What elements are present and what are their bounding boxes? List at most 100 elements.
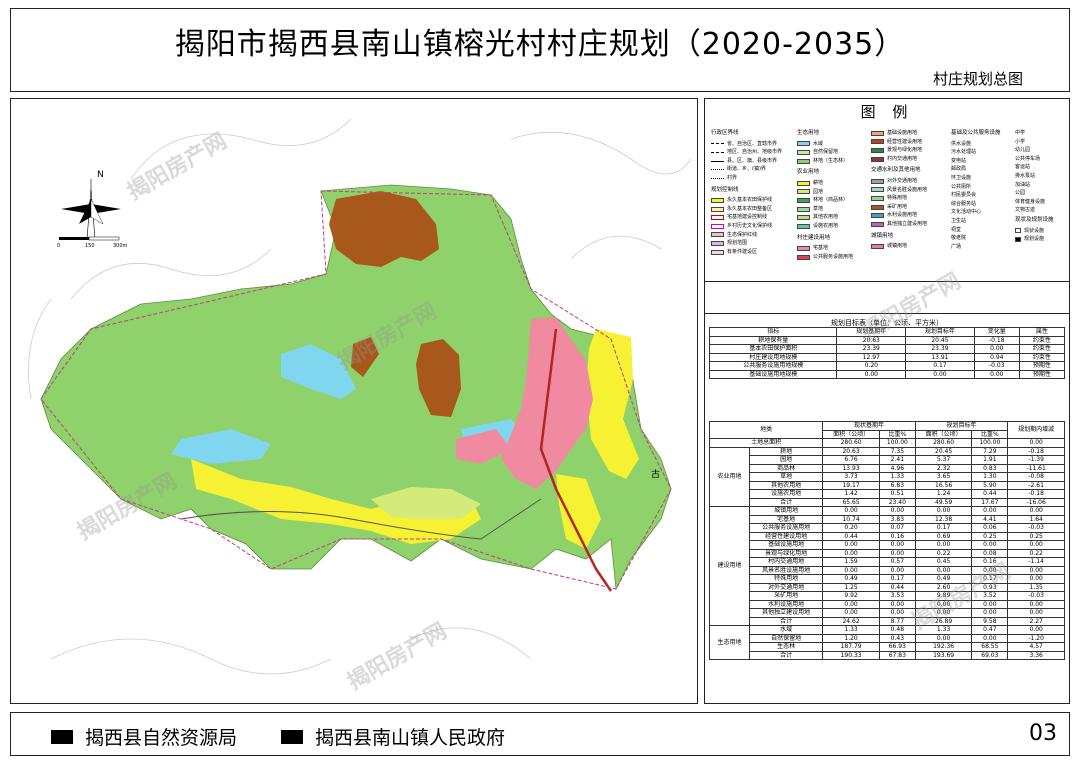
legend-item: 客运站 — [1015, 164, 1031, 171]
table-row: 景观与绿化用地 0.00 0.00 0.22 0.08 0.22 — [710, 548, 1065, 558]
legend-head: 现状及规划设施 — [1015, 216, 1054, 223]
footer-org-2: 揭西县南山镇人民政府 — [281, 723, 505, 750]
blank-panel — [705, 283, 1069, 314]
legend-item: 耕地 — [797, 179, 853, 188]
legend-item: 其他农用地 — [797, 213, 853, 222]
legend-item: 特殊用地 — [871, 194, 927, 203]
legend-col-eco: 生态用地 水域 自然保留地 林地（生态林） 农业用地 耕地 园地 林地（商品林）… — [797, 129, 853, 261]
group-label: 农业用地 — [708, 446, 751, 507]
target-table-body: 耕地保有量 20.63 20.45 -0.18 约束性 基本农田保护面积 23.39 23.3… — [708, 335, 1066, 379]
table-row: 生态林 187.79 66.93 192.36 68.55 4.57 — [710, 642, 1065, 652]
table-row: 水利设施用地 0.00 0.00 0.00 0.00 0.00 — [710, 599, 1065, 609]
legend-item: 林地（商品林） — [797, 196, 853, 205]
table-row: 公共服务设施用地 0.20 0.07 0.17 0.06 -0.03 — [710, 523, 1065, 533]
legend-item: 永久基本农田保护线 — [711, 196, 782, 205]
legend-item: 其他独立建设用地 — [871, 220, 927, 229]
legend-item: 公共厕所 — [951, 183, 972, 190]
legend-head: 生态用地 — [797, 130, 820, 136]
legend-item: 生态保护红线 — [711, 231, 782, 240]
legend-item: 经营性建设用地 — [871, 138, 927, 147]
table-row: 采矿用地 9.92 3.53 9.89 3.52 -0.03 — [710, 591, 1065, 601]
black-square-icon — [281, 729, 303, 744]
legend-item: 邮政局 — [951, 166, 967, 173]
legend-item: 公共服务设施用地 — [797, 253, 853, 262]
legend-col-service: 基础及公共服务设施 供水设施 污水处理站 变电站 邮政局 环卫设施 公共厕所 村… — [951, 129, 1001, 251]
table-row: 风景名胜设施用地 0.00 0.00 0.00 0.00 0.00 — [710, 565, 1065, 575]
legend-head: 行政区界线 — [711, 130, 739, 136]
legend-item: 水域 — [797, 140, 853, 149]
legend-item: 幼儿园 — [1015, 147, 1031, 154]
page-subtitle: 村庄规划总图 — [932, 70, 1023, 88]
scale-bar: 0 150 300m — [57, 236, 128, 249]
legend-item: 现状设施 — [1015, 227, 1054, 236]
footer-org-1: 揭西县自然资源局 — [51, 723, 237, 750]
legend-item: 文物古迹 — [1015, 207, 1036, 214]
table-row: 土地总面积 280.60 100.00 280.60 100.00 0.00 — [708, 438, 1065, 448]
table-row: 基础设施用地规模 0.00 0.00 0.00 预期性 — [708, 369, 1066, 379]
table-row: 建设用地 城镇用地 0.00 0.00 0.00 0.00 0.00 — [708, 506, 1065, 626]
legend-item: 中学 — [1015, 130, 1026, 136]
legend-item: 对外交通用地 — [871, 177, 927, 186]
legend-item: 地区、自治州、地级市界 — [711, 148, 782, 157]
table-row: 公共服务设施用地规模 0.20 0.17 -0.03 预期性 — [708, 361, 1066, 371]
place-label-gu: 古 — [651, 468, 660, 480]
legend-item: 村内交通用地 — [871, 155, 927, 164]
legend-item: 宅基地 — [797, 244, 853, 253]
table-row: 基本农田保护面积 23.39 23.39 0.00 约束性 — [708, 344, 1066, 354]
legend-item: 污水处理站 — [951, 149, 977, 156]
legend-item: 加油站 — [1015, 181, 1031, 188]
page-title: 揭阳市揭西县南山镇榕光村村庄规划（2020-2035） — [174, 27, 906, 62]
right-panel: 图 例 行政区界线 省、自治区、直辖市界 地区、自治州、地级市界 县、区、旗、县… — [704, 98, 1070, 704]
legend-item: 祠堂 — [951, 226, 962, 233]
legend-item: 排水泵站 — [1015, 172, 1036, 179]
legend-item: 规划范围 — [711, 239, 782, 248]
legend-item: 宅基地建设控制线 — [711, 213, 782, 222]
legend-head: 规划控制线 — [711, 186, 739, 193]
legend-title: 图 例 — [860, 103, 914, 121]
legend-head: 农业用地 — [797, 169, 820, 176]
page-number: 03 — [1029, 721, 1057, 746]
legend-item: 公园 — [1015, 190, 1026, 197]
legend-item: 环卫设施 — [951, 174, 972, 181]
title-bar: 揭阳市揭西县南山镇榕光村村庄规划（2020-2035） 村庄规划总图 — [10, 8, 1070, 92]
group-label: 建设用地 — [708, 506, 751, 626]
legend-item: 体育健身设施 — [1015, 198, 1046, 205]
legend-col-infra: 基础设施用地 经营性建设用地 景观与绿化用地 村内交通用地 交通水利及其他用地 … — [871, 129, 927, 251]
legend-item: 街道、乡、(镇)界 — [711, 165, 782, 174]
land-use-map[interactable]: 古 N 0 150 300m — [11, 99, 697, 703]
table-row: 合计 24.62 8.77 26.89 9.58 2.27 — [710, 616, 1065, 626]
legend-item: 规划设施 — [1015, 235, 1054, 244]
legend-item: 风景名胜设施用地 — [871, 186, 927, 195]
legend-item: 省、自治区、直辖市界 — [711, 140, 782, 149]
legend-item: 卫生站 — [951, 217, 967, 224]
legend-item: 林地（生态林） — [797, 157, 853, 166]
legend-item: 水利设施用地 — [871, 211, 927, 220]
legend-item: 小学 — [1015, 138, 1026, 145]
legend-item: 基础设施用地 — [871, 129, 927, 138]
table-row: 村内交通用地 1.59 0.57 0.45 0.16 -1.14 — [710, 557, 1065, 567]
table-row: 基础设施用地 0.00 0.00 0.00 0.00 0.00 — [710, 540, 1065, 550]
table-row: 生态用地 水域 1.33 0.48 1.33 0.47 0.00 — [708, 625, 1065, 660]
legend-item: 村民委员会 — [951, 192, 977, 199]
legend-item: 永久基本农田整备区 — [711, 205, 782, 214]
table-row: 其他农用地 19.17 6.83 16.56 5.90 -2.61 — [710, 480, 1065, 490]
legend-item: 敬老院 — [951, 235, 967, 242]
scale-tick-0: 0 — [57, 243, 60, 249]
table-header-row: 指标 规划基期年 规划目标年 变化量 属性 — [708, 327, 1066, 337]
group-label: 生态用地 — [708, 625, 751, 660]
north-label: N — [97, 170, 104, 180]
legend-item: 园地 — [797, 188, 853, 197]
black-square-icon — [51, 729, 73, 744]
table-row: 商品林 13.93 4.96 2.32 0.83 -11.61 — [710, 463, 1065, 473]
landuse-table-body: 土地总面积 280.60 100.00 280.60 100.00 0.00 农业用地 耕地 2… — [708, 438, 1065, 660]
table-row: 草地 3.73 1.33 3.65 1.30 -0.08 — [710, 472, 1065, 482]
legend-item: 城镇用地 — [871, 242, 927, 251]
table-row: 特殊用地 0.49 0.17 0.49 0.17 0.00 — [710, 574, 1065, 584]
scale-tick-2: 300m — [113, 243, 128, 249]
legend-item: 自然保留地 — [797, 148, 853, 157]
legend-item: 变电站 — [951, 157, 967, 164]
legend-col-school: 中学 小学 幼儿园 公共停车场 客运站 排水泵站 加油站 公园 体育健身设施 文… — [1015, 129, 1054, 244]
legend-item: 草地 — [797, 205, 853, 214]
legend-item: 乡村历史文化保护线 — [711, 222, 782, 231]
scale-tick-1: 150 — [85, 243, 95, 249]
